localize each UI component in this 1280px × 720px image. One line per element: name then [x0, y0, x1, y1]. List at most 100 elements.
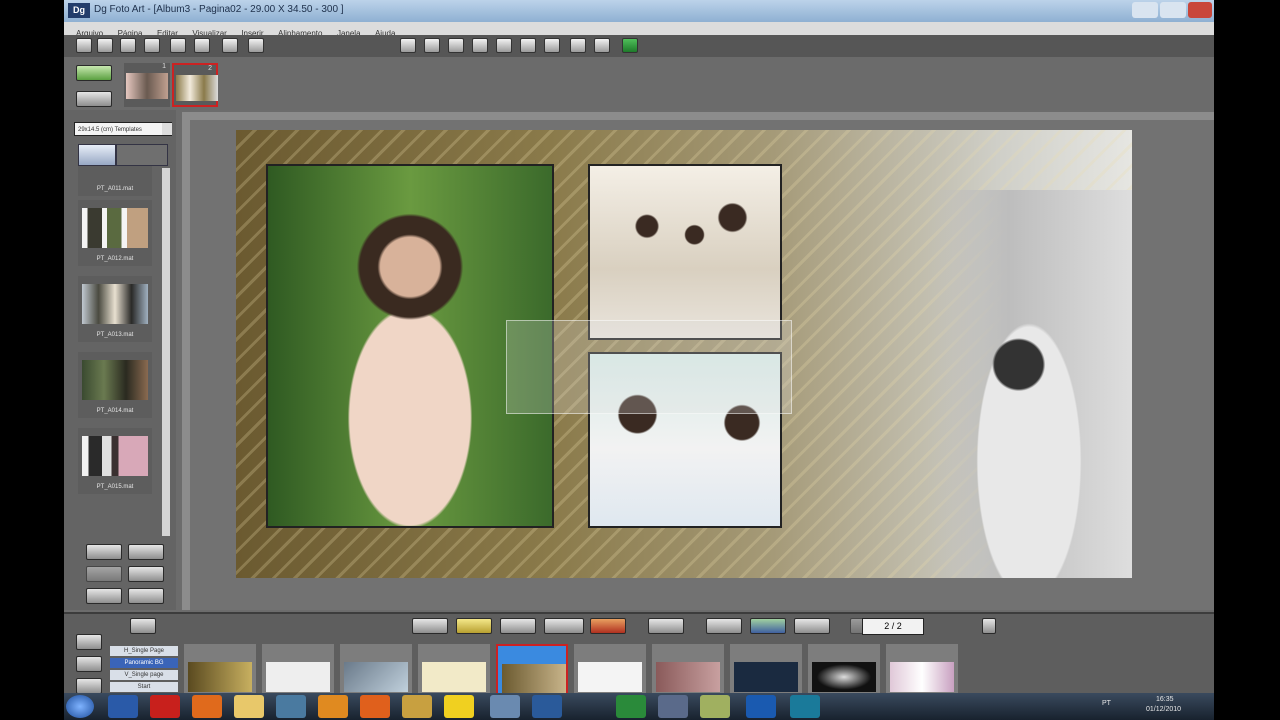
background-photo[interactable] [926, 190, 1132, 578]
bg-thumbnail[interactable] [262, 644, 334, 693]
clock-time[interactable]: 16:35 [1156, 696, 1174, 703]
template-preview [82, 360, 148, 400]
fit-icon[interactable] [448, 38, 464, 53]
template-category-select[interactable]: 29x14.5 (cm) Templates [74, 122, 172, 136]
template-action-button[interactable] [128, 544, 164, 560]
vertical-ruler [182, 112, 190, 610]
editor-icon[interactable] [532, 695, 562, 718]
delete-bg-icon[interactable] [590, 618, 626, 634]
album-spread[interactable] [236, 130, 1132, 578]
bg-thumbnail[interactable] [418, 644, 490, 693]
bg-option[interactable]: H_Single Page [110, 646, 178, 656]
template-preview [82, 284, 148, 324]
opera-icon[interactable] [150, 695, 180, 718]
grid-icon[interactable] [520, 38, 536, 53]
tools-icon[interactable] [402, 695, 432, 718]
template-action-button[interactable] [128, 588, 164, 604]
notes-icon[interactable] [700, 695, 730, 718]
new-icon[interactable] [76, 38, 92, 53]
template-item[interactable]: PT_A012.mat [78, 200, 152, 266]
image-icon[interactable] [76, 678, 102, 693]
bg-thumbnail[interactable] [652, 644, 724, 693]
export-icon[interactable] [170, 38, 186, 53]
template-item[interactable]: PT_A014.mat [78, 352, 152, 418]
page-strip: 1 2 [64, 57, 1214, 110]
media-icon[interactable] [318, 695, 348, 718]
language-indicator[interactable]: PT [1102, 700, 1111, 707]
bg-tool-button[interactable] [750, 618, 786, 634]
app-logo: Dg [68, 3, 90, 18]
bg-tool-button[interactable] [500, 618, 536, 634]
import-icon[interactable] [544, 38, 560, 53]
bg-tool-button[interactable] [706, 618, 742, 634]
frame-icon[interactable] [76, 656, 102, 672]
bg-tool-button[interactable] [648, 618, 684, 634]
record-icon[interactable] [496, 38, 512, 53]
maximize-button[interactable] [1160, 2, 1186, 18]
bg-tool-button[interactable] [794, 618, 830, 634]
ie-icon[interactable] [108, 695, 138, 718]
folder-icon[interactable] [234, 695, 264, 718]
page-thumbnail-selected[interactable]: 2 [172, 63, 218, 107]
camera-icon[interactable] [570, 38, 586, 53]
excel-icon[interactable] [616, 695, 646, 718]
title-bar: Dg Dg Foto Art - [Album3 - Pagina02 - 29… [64, 0, 1214, 22]
flash-icon[interactable] [746, 695, 776, 718]
bg-thumbnail[interactable] [574, 644, 646, 693]
dg-foto-art-icon[interactable] [790, 695, 820, 718]
close-button[interactable] [1188, 2, 1212, 18]
page-thumbnail[interactable]: 1 [124, 63, 170, 107]
lock-icon[interactable] [130, 618, 156, 634]
tab-templates[interactable] [78, 144, 116, 166]
print-icon[interactable] [194, 38, 210, 53]
bg-option[interactable]: Start [110, 682, 178, 692]
palette-icon[interactable] [76, 634, 102, 650]
record-icon[interactable] [544, 618, 584, 634]
bg-tool-button[interactable] [456, 618, 492, 634]
add-page-button[interactable] [76, 65, 112, 81]
bg-option-selected[interactable]: Panoramic BG [110, 658, 178, 668]
template-item[interactable]: PT_A013.mat [78, 276, 152, 342]
bg-thumbnail[interactable] [886, 644, 958, 693]
network-icon[interactable] [276, 695, 306, 718]
bg-thumbnail-selected[interactable] [496, 644, 568, 693]
document-icon[interactable] [490, 695, 520, 718]
template-scrollbar[interactable] [162, 168, 170, 536]
bg-thumbnail[interactable] [730, 644, 802, 693]
disc-icon[interactable] [444, 695, 474, 718]
mail-icon[interactable] [360, 695, 390, 718]
firefox-icon[interactable] [192, 695, 222, 718]
photo-frame-top-right[interactable] [588, 164, 782, 340]
minimize-button[interactable] [1132, 2, 1158, 18]
bg-thumbnail[interactable] [808, 644, 880, 693]
page-options-button[interactable] [76, 91, 112, 107]
crop-icon[interactable] [222, 38, 238, 53]
template-item[interactable]: PT_A011.mat [78, 166, 152, 196]
tab-frames[interactable] [116, 144, 168, 166]
bg-tool-button[interactable] [412, 618, 448, 634]
save-icon[interactable] [120, 38, 136, 53]
bg-thumbnail[interactable] [340, 644, 412, 693]
open-icon[interactable] [97, 38, 113, 53]
bg-thumbnail[interactable] [184, 644, 256, 693]
layout-icon[interactable] [594, 38, 610, 53]
template-action-button-disabled[interactable] [86, 566, 122, 582]
start-button[interactable] [66, 695, 94, 718]
chevron-down-icon[interactable] [162, 123, 172, 135]
picture-icon[interactable] [622, 38, 638, 53]
bg-option[interactable]: V_Single page [110, 670, 178, 680]
template-action-button[interactable] [86, 588, 122, 604]
template-action-button[interactable] [86, 544, 122, 560]
template-action-button[interactable] [128, 566, 164, 582]
frame-icon[interactable] [472, 38, 488, 53]
zoom-in-icon[interactable] [400, 38, 416, 53]
window-title: Dg Foto Art - [Album3 - Pagina02 - 29.00… [94, 4, 344, 15]
next-page-icon[interactable] [982, 618, 996, 634]
clock-date[interactable]: 01/12/2010 [1146, 706, 1181, 713]
template-item[interactable]: PT_A015.mat [78, 428, 152, 494]
zoom-out-icon[interactable] [424, 38, 440, 53]
save-as-icon[interactable] [144, 38, 160, 53]
app-icon[interactable] [658, 695, 688, 718]
system-tray: PT 16:35 01/12/2010 [1098, 695, 1208, 718]
fill-icon[interactable] [248, 38, 264, 53]
